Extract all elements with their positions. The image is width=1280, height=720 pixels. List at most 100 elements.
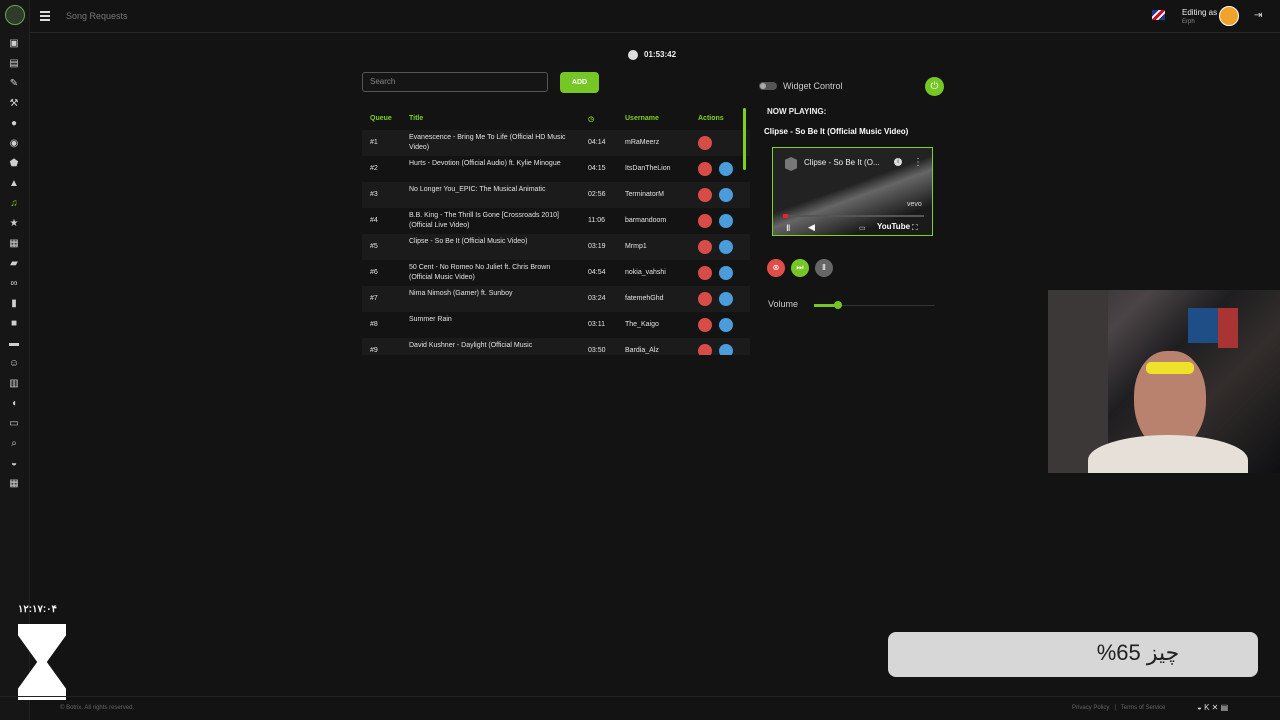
delete-icon[interactable]	[698, 344, 712, 355]
top-bar: Song Requests Editing as Erph ⇥	[30, 0, 1280, 33]
table-row: #9 David Kushner - Daylight (Official Mu…	[362, 338, 750, 355]
uk-flag-icon[interactable]	[1152, 10, 1165, 20]
song-title: Clipse - So Be It (Official Music Video)	[409, 238, 528, 245]
youtube-logo[interactable]: YouTube	[877, 222, 910, 231]
song-duration: 03:50	[588, 347, 606, 354]
delete-icon[interactable]	[698, 136, 712, 150]
power-button[interactable]: ⏻	[925, 77, 944, 96]
clapper-icon[interactable]: ▥	[8, 378, 20, 390]
song-username: fatemehGhd	[625, 295, 664, 302]
song-username: nokia_vahshi	[625, 269, 666, 276]
queue-scrollbar[interactable]	[743, 108, 746, 170]
skip-button[interactable]: ⏭	[791, 259, 809, 277]
duration-header-icon: ◷	[588, 116, 595, 123]
move-up-icon[interactable]	[719, 292, 733, 306]
move-up-icon[interactable]	[719, 162, 733, 176]
document-icon[interactable]: ▤	[1221, 703, 1229, 712]
discord-icon[interactable]: ◒	[8, 458, 20, 470]
stop-button[interactable]: ⊗	[767, 259, 785, 277]
video-icon[interactable]: ■	[8, 318, 20, 330]
widget-control-toggle[interactable]	[759, 82, 777, 90]
monitor-icon[interactable]: ▭	[8, 418, 20, 430]
actions-header: Actions	[698, 115, 724, 122]
move-up-icon[interactable]	[719, 266, 733, 280]
delete-icon[interactable]	[698, 188, 712, 202]
volume-label: Volume	[768, 299, 799, 309]
queue-rows: #1 Evanescence - Bring Me To Life (Offic…	[362, 130, 750, 355]
menu-icon[interactable]	[40, 10, 50, 21]
queue-position: #7	[370, 295, 378, 302]
gift-icon[interactable]: ▦	[8, 238, 20, 250]
song-duration: 04:14	[588, 139, 606, 146]
delete-icon[interactable]	[698, 240, 712, 254]
delete-icon[interactable]	[698, 292, 712, 306]
volume-icon[interactable]: ◀	[808, 222, 815, 233]
star-icon[interactable]: ★	[8, 218, 20, 230]
delete-icon[interactable]	[698, 162, 712, 176]
song-title: Evanescence - Bring Me To Life (Official…	[409, 134, 566, 151]
social-icons: ◒ K ✕ ▤	[1197, 703, 1228, 712]
move-up-icon[interactable]	[719, 318, 733, 332]
queue-position: #2	[370, 165, 378, 172]
terms-link[interactable]: Terms of Service	[1121, 705, 1166, 711]
song-duration: 03:19	[588, 243, 606, 250]
move-up-icon[interactable]	[719, 188, 733, 202]
pen-icon[interactable]: ✎	[8, 78, 20, 90]
delete-icon[interactable]	[698, 266, 712, 280]
emoji-icon[interactable]: ☺	[8, 358, 20, 370]
chart-icon[interactable]: ▮	[8, 298, 20, 310]
move-up-icon[interactable]	[719, 214, 733, 228]
kick-icon[interactable]: K	[1204, 703, 1209, 712]
card-icon[interactable]: ▦	[8, 478, 20, 490]
privacy-link[interactable]: Privacy Policy	[1072, 705, 1109, 711]
folder-icon[interactable]: ▬	[8, 338, 20, 350]
captions-icon[interactable]: ▭	[859, 224, 866, 232]
move-up-icon[interactable]	[719, 344, 733, 355]
video-player[interactable]: Clipse - So Be It (O... i ⋮ vevo Ⅱ ◀ ▭ Y…	[772, 147, 933, 236]
video-progress[interactable]	[783, 214, 924, 218]
song-duration: 02:56	[588, 191, 606, 198]
music-icon[interactable]: ♫	[8, 198, 20, 210]
hammer-icon[interactable]: ⚒	[8, 98, 20, 110]
discord-icon[interactable]: ◒	[1197, 703, 1202, 712]
app-logo[interactable]	[5, 5, 25, 25]
search-icon[interactable]: ⌕	[8, 438, 20, 450]
avatar[interactable]	[1219, 6, 1239, 26]
volume-slider-thumb[interactable]	[834, 301, 842, 309]
link-icon[interactable]: ∞	[8, 278, 20, 290]
vevo-label: vevo	[907, 201, 922, 208]
info-icon[interactable]: i	[894, 158, 902, 166]
song-username: ItsDanTheLion	[625, 165, 671, 172]
pause-button[interactable]: Ⅱ	[815, 259, 833, 277]
chat-icon[interactable]: ●	[8, 118, 20, 130]
song-duration: 04:15	[588, 165, 606, 172]
search-input[interactable]: Search	[362, 72, 548, 92]
pause-icon[interactable]: Ⅱ	[786, 223, 790, 234]
add-button[interactable]: ADD	[560, 72, 599, 93]
logout-icon[interactable]: ⇥	[1254, 10, 1262, 21]
x-icon[interactable]: ✕	[1212, 703, 1219, 712]
shield-icon[interactable]: ⬟	[8, 158, 20, 170]
cart-icon[interactable]: ▰	[8, 258, 20, 270]
song-duration: 04:54	[588, 269, 606, 276]
overlay-time: ۱۲:۱۷:۰۴	[18, 604, 57, 615]
warning-icon[interactable]: ▲	[8, 178, 20, 190]
widget-control-label: Widget Control	[783, 81, 843, 91]
table-row: #6 50 Cent - No Romeo No Juliet ft. Chri…	[362, 260, 750, 286]
message-icon[interactable]: ◖	[8, 398, 20, 410]
more-icon[interactable]: ⋮	[913, 157, 923, 168]
table-row: #4 B.B. King - The Thrill Is Gone [Cross…	[362, 208, 750, 234]
song-duration: 11:06	[588, 217, 605, 224]
progress-text: چیز 65%	[1096, 640, 1180, 665]
song-username: TerminatorM	[625, 191, 664, 198]
dashboard-icon[interactable]: ▣	[8, 38, 20, 50]
move-up-icon[interactable]	[719, 240, 733, 254]
fullscreen-icon[interactable]: ⛶	[912, 223, 918, 233]
queue-position: #9	[370, 347, 378, 354]
delete-icon[interactable]	[698, 214, 712, 228]
song-username: barmandoom	[625, 217, 667, 224]
globe-icon[interactable]: ◉	[8, 138, 20, 150]
delete-icon[interactable]	[698, 318, 712, 332]
document-icon[interactable]: ▤	[8, 58, 20, 70]
song-title: No Longer You_EPIC: The Musical Animatic	[409, 186, 546, 193]
